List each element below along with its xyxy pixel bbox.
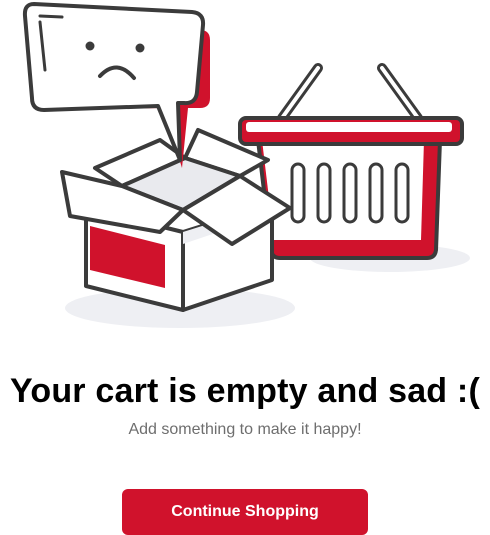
continue-shopping-button[interactable]: Continue Shopping [122, 489, 368, 535]
sad-speech-bubble-icon [22, 2, 210, 168]
empty-cart-subtitle: Add something to make it happy! [128, 421, 362, 438]
empty-cart-svg [22, 2, 470, 328]
empty-cart-illustration [0, 0, 490, 340]
open-box-icon [60, 128, 292, 312]
empty-cart-title: Your cart is empty and sad :( [10, 372, 480, 410]
